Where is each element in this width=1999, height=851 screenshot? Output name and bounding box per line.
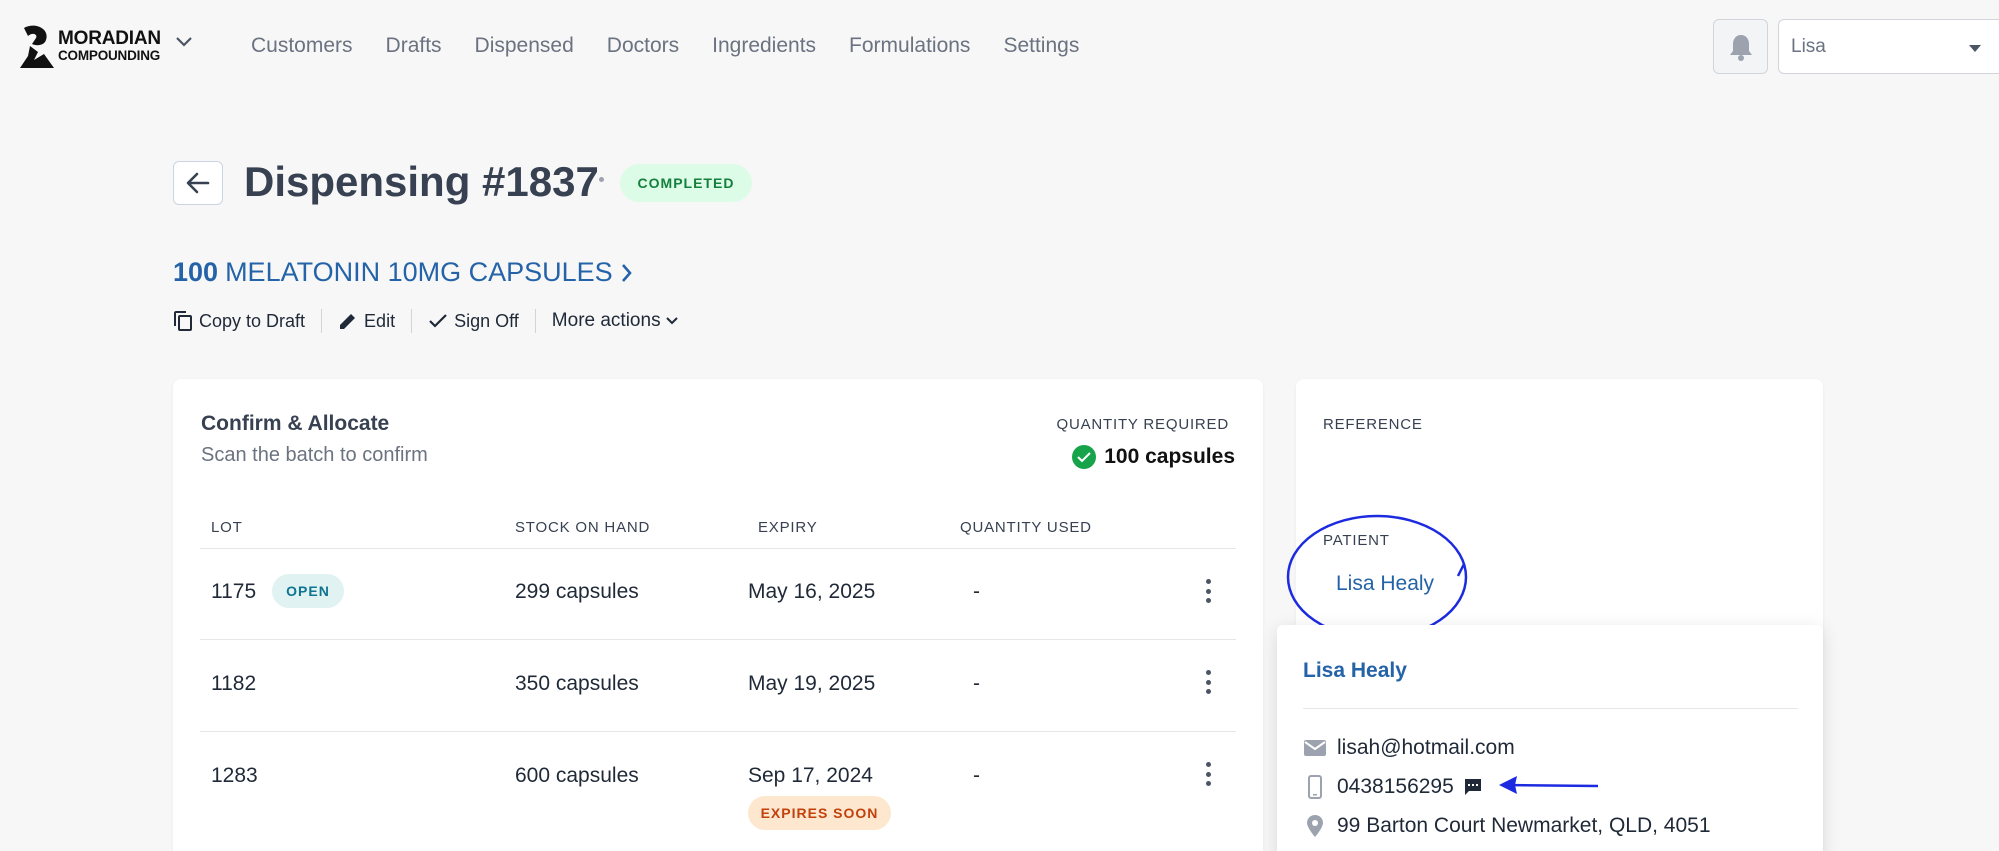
brand-logo[interactable]: MORADIAN COMPOUNDING [20,24,161,68]
product-link[interactable]: 100 MELATONIN 10MG CAPSULES [173,257,633,288]
nav-item-settings[interactable]: Settings [1003,34,1079,58]
popover-address-row: 99 Barton Court Newmarket, QLD, 4051 [1303,814,1711,838]
quantity-used: - [973,764,980,787]
column-header-expiry: EXPIRY [758,519,818,536]
lot-number: 1283 [211,764,258,787]
table-divider [200,548,1236,549]
more-actions-label: More actions [551,310,661,331]
nav-item-customers[interactable]: Customers [251,34,353,58]
copy-to-draft-label: Copy to Draft [199,310,306,331]
popover-phone: 0438156295 [1337,775,1454,798]
quantity-required-value: 100 capsules [1072,445,1235,469]
status-badge: COMPLETED [620,164,752,202]
toolbar-divider [534,309,536,333]
expiry-date: Sep 17, 2024 [748,764,873,787]
quantity-used: - [973,672,980,695]
stock-on-hand: 600 capsules [515,764,639,787]
expiry-date: May 16, 2025 [748,580,876,603]
table-divider [200,639,1236,640]
popover-patient-name[interactable]: Lisa Healy [1303,659,1407,683]
stock-on-hand: 350 capsules [515,672,639,695]
quantity-required-text: 100 capsules [1104,445,1235,468]
column-header-quantity-used: QUANTITY USED [960,519,1092,536]
back-button[interactable] [173,161,223,205]
popover-email: lisah@hotmail.com [1337,736,1515,759]
nav-item-ingredients[interactable]: Ingredients [712,34,816,58]
main-nav: Customers Drafts Dispensed Doctors Ingre… [251,34,1112,58]
logo-mark-icon [20,25,54,68]
user-select-value: Lisa [1791,36,1826,57]
chevron-down-icon[interactable] [175,36,193,48]
email-icon [1303,740,1327,756]
mobile-phone-icon [1303,775,1327,799]
popover-divider [1303,708,1798,709]
confirm-allocate-card: Confirm & Allocate Scan the batch to con… [173,379,1263,851]
row-menu-icon[interactable] [1205,670,1211,694]
check-circle-icon [1072,445,1097,469]
reference-label: REFERENCE [1323,416,1423,433]
table-divider [200,731,1236,732]
popover-email-row: lisah@hotmail.com [1303,736,1515,760]
patient-popover: Lisa Healy lisah@hotmail.com 0438156295 … [1277,625,1823,851]
expires-soon-badge: EXPIRES SOON [748,796,891,830]
chevron-down-icon [665,317,678,325]
chevron-right-icon [621,263,632,282]
action-toolbar: Copy to Draft Edit Sign Off More actions [173,308,678,334]
more-actions-dropdown[interactable]: More actions [552,310,678,332]
product-name: MELATONIN 10MG CAPSULES [225,257,613,287]
column-header-stock: STOCK ON HAND [515,519,651,536]
sign-off-button[interactable]: Sign Off [428,311,519,332]
title-separator-dot [599,177,604,182]
nav-item-doctors[interactable]: Doctors [607,34,679,58]
location-pin-icon [1303,815,1327,837]
user-select[interactable]: Lisa [1778,19,1999,74]
annotation-arrow [1499,776,1599,794]
copy-icon [174,311,192,331]
logo-text: MORADIAN COMPOUNDING [58,28,161,64]
copy-to-draft-button[interactable]: Copy to Draft [173,310,305,332]
edit-button[interactable]: Edit [338,311,395,332]
popover-phone-row: 0438156295 [1303,775,1482,799]
popover-address: 99 Barton Court Newmarket, QLD, 4051 [1337,814,1711,837]
card-title: Confirm & Allocate [201,412,390,435]
toolbar-divider [411,309,413,333]
row-menu-icon[interactable] [1205,762,1211,786]
expiry-date: May 19, 2025 [748,672,876,695]
stock-on-hand: 299 capsules [515,580,639,603]
bell-icon [1729,34,1752,61]
edit-label: Edit [364,310,396,331]
nav-item-formulations[interactable]: Formulations [849,34,970,58]
quantity-used: - [973,580,980,603]
quantity-required-label: QUANTITY REQUIRED [1056,416,1229,433]
open-badge: OPEN [272,574,344,608]
toolbar-divider [321,309,323,333]
check-icon [429,314,447,328]
lot-number: 1175 [211,580,257,603]
notifications-button[interactable] [1713,19,1768,74]
column-header-lot: LOT [211,519,243,536]
caret-down-icon [1969,45,1981,52]
sign-off-label: Sign Off [454,310,519,331]
top-navigation-bar: MORADIAN COMPOUNDING Customers Drafts Di… [0,0,1999,96]
pencil-icon [340,314,356,329]
row-menu-icon[interactable] [1205,579,1211,603]
arrow-left-icon [186,172,210,194]
nav-item-dispensed[interactable]: Dispensed [475,34,574,58]
message-icon[interactable] [1464,778,1482,796]
card-subtitle: Scan the batch to confirm [201,444,428,466]
product-quantity: 100 [173,257,219,287]
page-title: Dispensing #1837 [244,158,599,205]
nav-item-drafts[interactable]: Drafts [386,34,442,58]
lot-number: 1182 [211,672,257,695]
annotation-circle [1286,514,1468,640]
